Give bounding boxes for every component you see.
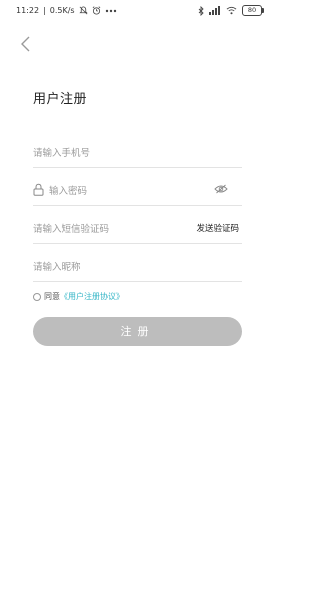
battery-icon: 80	[242, 5, 264, 16]
status-bar: 11:22 | 0.5K/s 80	[0, 0, 276, 22]
more-icon	[105, 9, 116, 12]
chevron-left-icon	[21, 36, 30, 52]
bluetooth-icon	[198, 5, 204, 16]
status-time: 11:22	[16, 6, 40, 15]
nickname-input[interactable]	[33, 259, 193, 275]
wifi-icon	[226, 6, 237, 15]
lock-icon	[33, 183, 44, 196]
password-field	[33, 175, 242, 206]
agree-radio[interactable]	[33, 292, 41, 301]
status-left: 11:22 | 0.5K/s	[16, 6, 117, 15]
password-input[interactable]	[49, 183, 209, 199]
signal-icon	[209, 6, 220, 15]
phone-input[interactable]	[33, 145, 193, 161]
sms-code-field: 发送验证码	[33, 213, 242, 244]
mute-icon	[78, 6, 88, 15]
nickname-field	[33, 251, 242, 282]
status-right: 80	[198, 5, 264, 16]
send-code-button[interactable]: 发送验证码	[196, 222, 239, 234]
page-title: 用户注册	[33, 92, 88, 107]
register-button[interactable]: 注册	[33, 317, 242, 346]
phone-field	[33, 137, 242, 168]
register-screen: 11:22 | 0.5K/s 80 用户注册 请输入手机号 请输入短信验证码 发…	[0, 0, 276, 600]
sms-code-input[interactable]	[33, 221, 193, 237]
eye-hidden-icon[interactable]	[214, 184, 228, 194]
back-button[interactable]	[14, 32, 38, 56]
network-speed: 0.5K/s	[49, 6, 75, 15]
alarm-icon	[92, 6, 100, 15]
status-separator: |	[43, 6, 46, 15]
agreement-prefix: 同意	[44, 292, 60, 301]
agreement-row: 同意 《用户注册协议》	[33, 291, 124, 302]
agreement-link[interactable]: 《用户注册协议》	[60, 291, 124, 302]
